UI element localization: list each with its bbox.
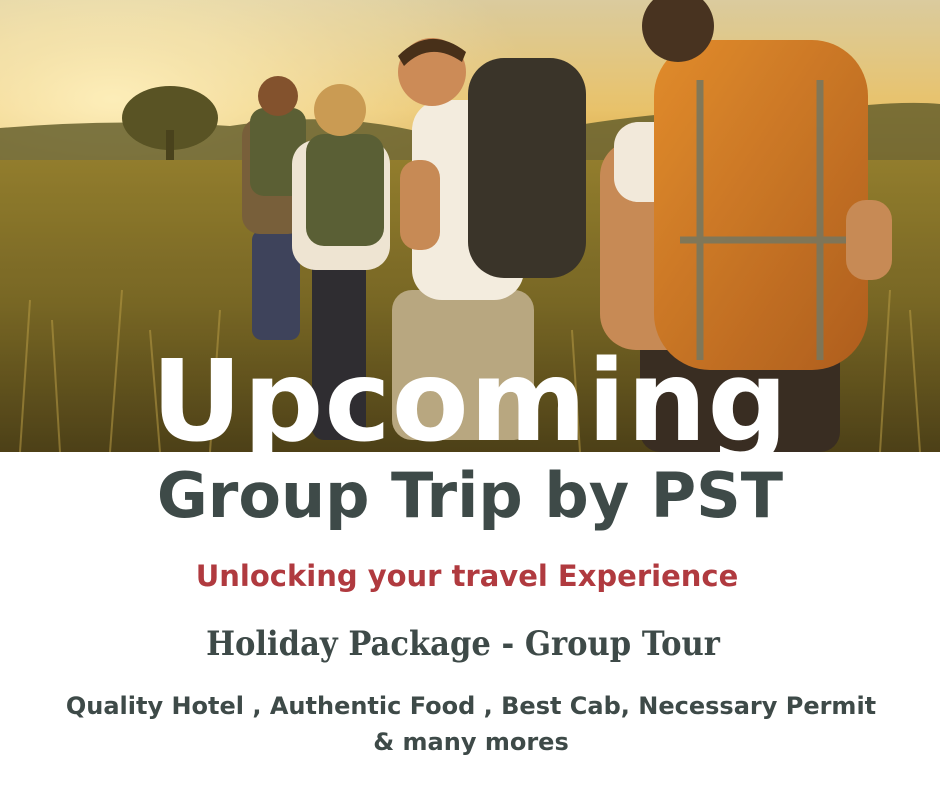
- package-title: Holiday Package - Group Tour: [206, 624, 720, 664]
- subheadline: Group Trip by PST: [156, 459, 784, 532]
- features-text: Quality Hotel , Authentic Food , Best Ca…: [65, 692, 877, 756]
- tagline: Unlocking your travel Experience: [195, 559, 739, 593]
- headline-upcoming: Upcoming: [151, 337, 789, 467]
- group-trip-poster: Upcoming Group Trip by PST Unlocking you…: [0, 0, 940, 788]
